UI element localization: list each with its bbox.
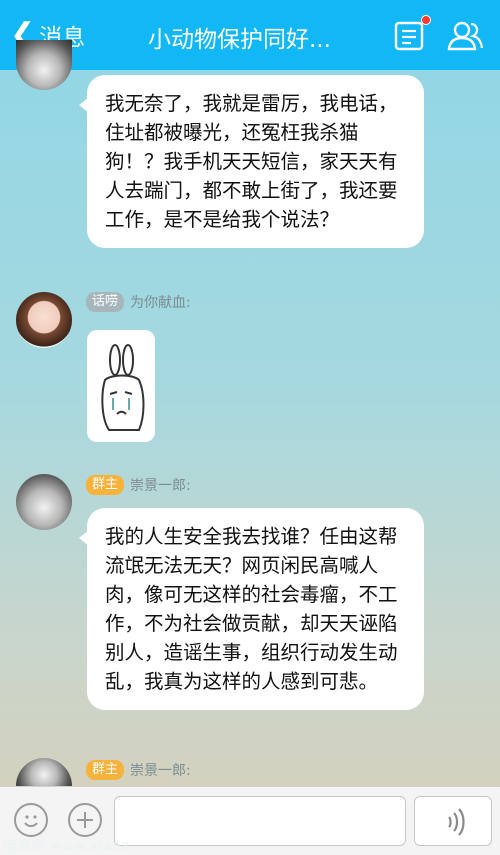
crying-bunny-sticker [101,344,145,431]
voice-button[interactable] [414,796,492,846]
message-bubble: 我无奈了，我就是雷厉，我电话，住址都被曝光，还冤枉我杀猫狗！？我手机天天短信，家… [79,75,424,248]
message-bubble: 我的人生安全我去找谁？任由这帮流氓无法无天？网页闲民高喊人肉，像可无这样的社会毒… [79,508,424,710]
notification-dot [421,15,431,25]
group-owner-badge: 群主 [86,475,125,495]
group-owner-badge: 群主 [86,760,125,780]
group-notice-icon[interactable] [392,15,431,54]
voice-icon [448,808,465,836]
sender-meta: 群主 崇景一郎: [86,475,191,495]
sender-name: 为你献血: [130,295,191,311]
chat-header: ❮ 消息 小动物保护同好... [0,0,500,70]
sender-avatar[interactable] [16,40,72,90]
sender-name: 崇景一郎: [130,763,191,779]
more-button[interactable] [68,803,102,837]
sender-meta: 群主 崇景一郎: [86,760,191,780]
smiley-icon [24,815,38,827]
sender-avatar[interactable] [16,292,72,348]
chat-title: 小动物保护同好... [148,27,331,53]
sender-avatar[interactable] [16,474,72,530]
plus-icon [77,812,93,828]
message-text: 我无奈了，我就是雷厉，我电话，住址都被曝光，还冤枉我杀猫狗！？我手机天天短信，家… [105,92,398,231]
member-title-badge: 话唠 [86,292,125,312]
sender-meta: 话唠 为你献血: [86,292,191,312]
message-input[interactable] [114,796,406,846]
site-watermark: 宠宠网 www.xiaoz... [4,839,145,854]
group-members-icon[interactable] [446,18,484,54]
sender-avatar[interactable] [16,758,72,786]
sender-name: 崇景一郎: [130,478,191,494]
message-text: 我的人生安全我去找谁？任由这帮流氓无法无天？网页闲民高喊人肉，像可无这样的社会毒… [105,525,398,693]
sticker-message[interactable] [87,330,155,442]
emoji-button[interactable] [14,803,48,837]
